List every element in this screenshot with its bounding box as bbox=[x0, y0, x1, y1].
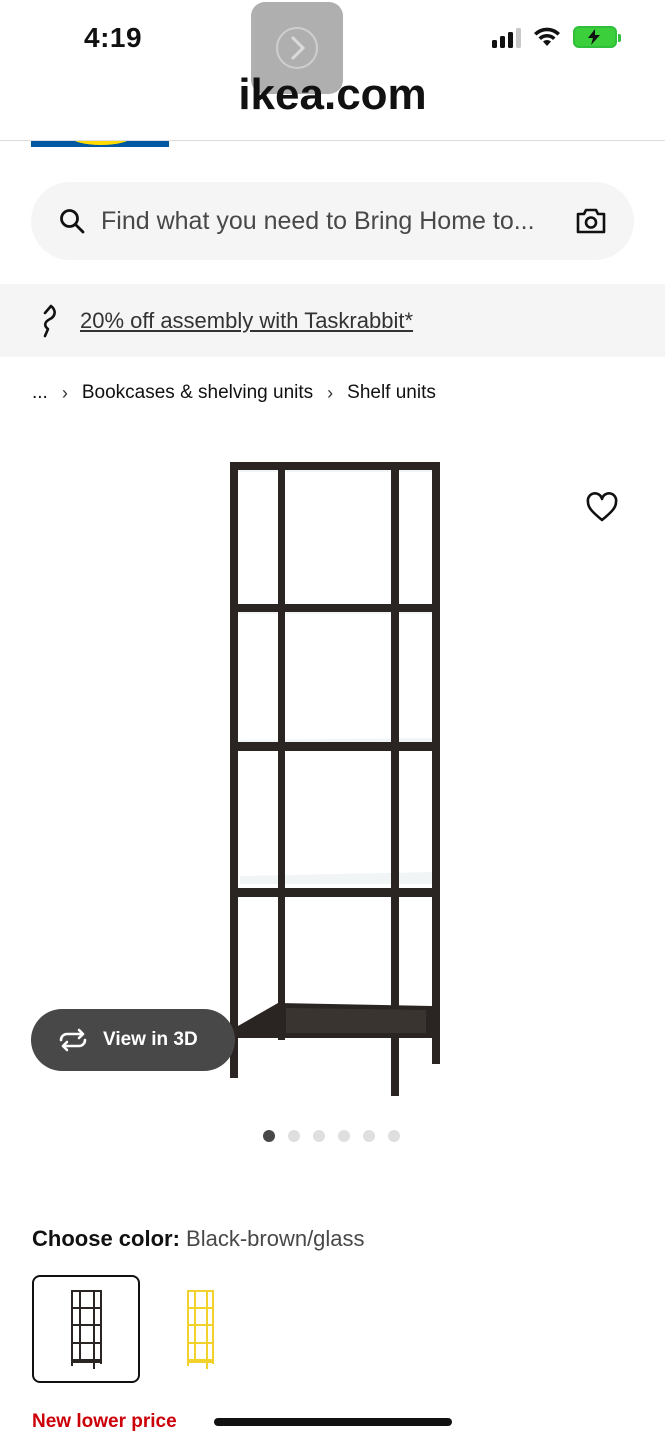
battery-charging-icon bbox=[573, 26, 621, 48]
status-time: 4:19 bbox=[84, 22, 143, 53]
search-input[interactable]: Find what you need to Bring Home to... bbox=[101, 207, 576, 236]
product-image[interactable] bbox=[226, 458, 446, 1103]
rotate-3d-icon bbox=[59, 1028, 87, 1052]
chevron-right-icon bbox=[276, 27, 318, 69]
shelf-thumbnail-yellow-icon bbox=[187, 1290, 214, 1369]
new-lower-price-badge: New lower price bbox=[32, 1411, 177, 1432]
pagination-dot[interactable] bbox=[388, 1130, 400, 1142]
view-in-3d-label: View in 3D bbox=[103, 1029, 198, 1050]
wifi-icon bbox=[534, 27, 560, 46]
chevron-right-icon: › bbox=[327, 382, 334, 403]
promo-link[interactable]: 20% off assembly with Taskrabbit* bbox=[80, 308, 413, 334]
image-pagination[interactable] bbox=[263, 1130, 400, 1142]
promo-banner[interactable]: 20% off assembly with Taskrabbit* bbox=[0, 284, 665, 357]
color-swatch-yellow[interactable] bbox=[160, 1275, 240, 1383]
status-icons bbox=[492, 26, 621, 48]
shelf-thumbnail-black-icon bbox=[71, 1290, 102, 1369]
pagination-dot[interactable] bbox=[313, 1130, 325, 1142]
breadcrumb-item[interactable]: Shelf units bbox=[347, 382, 436, 404]
color-swatch-black-brown[interactable] bbox=[32, 1275, 140, 1383]
taskrabbit-icon bbox=[43, 304, 56, 337]
camera-icon[interactable] bbox=[576, 208, 606, 234]
breadcrumb-item[interactable]: Bookcases & shelving units bbox=[82, 382, 313, 404]
breadcrumb-ellipsis[interactable]: ... bbox=[32, 382, 48, 404]
pagination-dot[interactable] bbox=[263, 1130, 275, 1142]
home-indicator[interactable] bbox=[214, 1418, 452, 1426]
search-icon bbox=[60, 209, 85, 234]
pagination-dot[interactable] bbox=[363, 1130, 375, 1142]
chevron-right-icon: › bbox=[61, 382, 68, 403]
choose-color-label: Choose color: bbox=[32, 1226, 180, 1251]
url-label[interactable]: ikea.com bbox=[0, 70, 665, 120]
view-in-3d-button[interactable]: View in 3D bbox=[31, 1009, 235, 1071]
search-bar[interactable]: Find what you need to Bring Home to... bbox=[31, 182, 634, 260]
choose-color-value: Black-brown/glass bbox=[186, 1226, 365, 1251]
signal-icon bbox=[492, 26, 521, 48]
favorite-heart-icon[interactable] bbox=[585, 492, 619, 524]
choose-color: Choose color: Black-brown/glass bbox=[32, 1226, 365, 1252]
pagination-dot[interactable] bbox=[338, 1130, 350, 1142]
breadcrumb: ... › Bookcases & shelving units › Shelf… bbox=[32, 382, 436, 404]
ikea-logo[interactable] bbox=[31, 141, 169, 147]
pagination-dot[interactable] bbox=[288, 1130, 300, 1142]
